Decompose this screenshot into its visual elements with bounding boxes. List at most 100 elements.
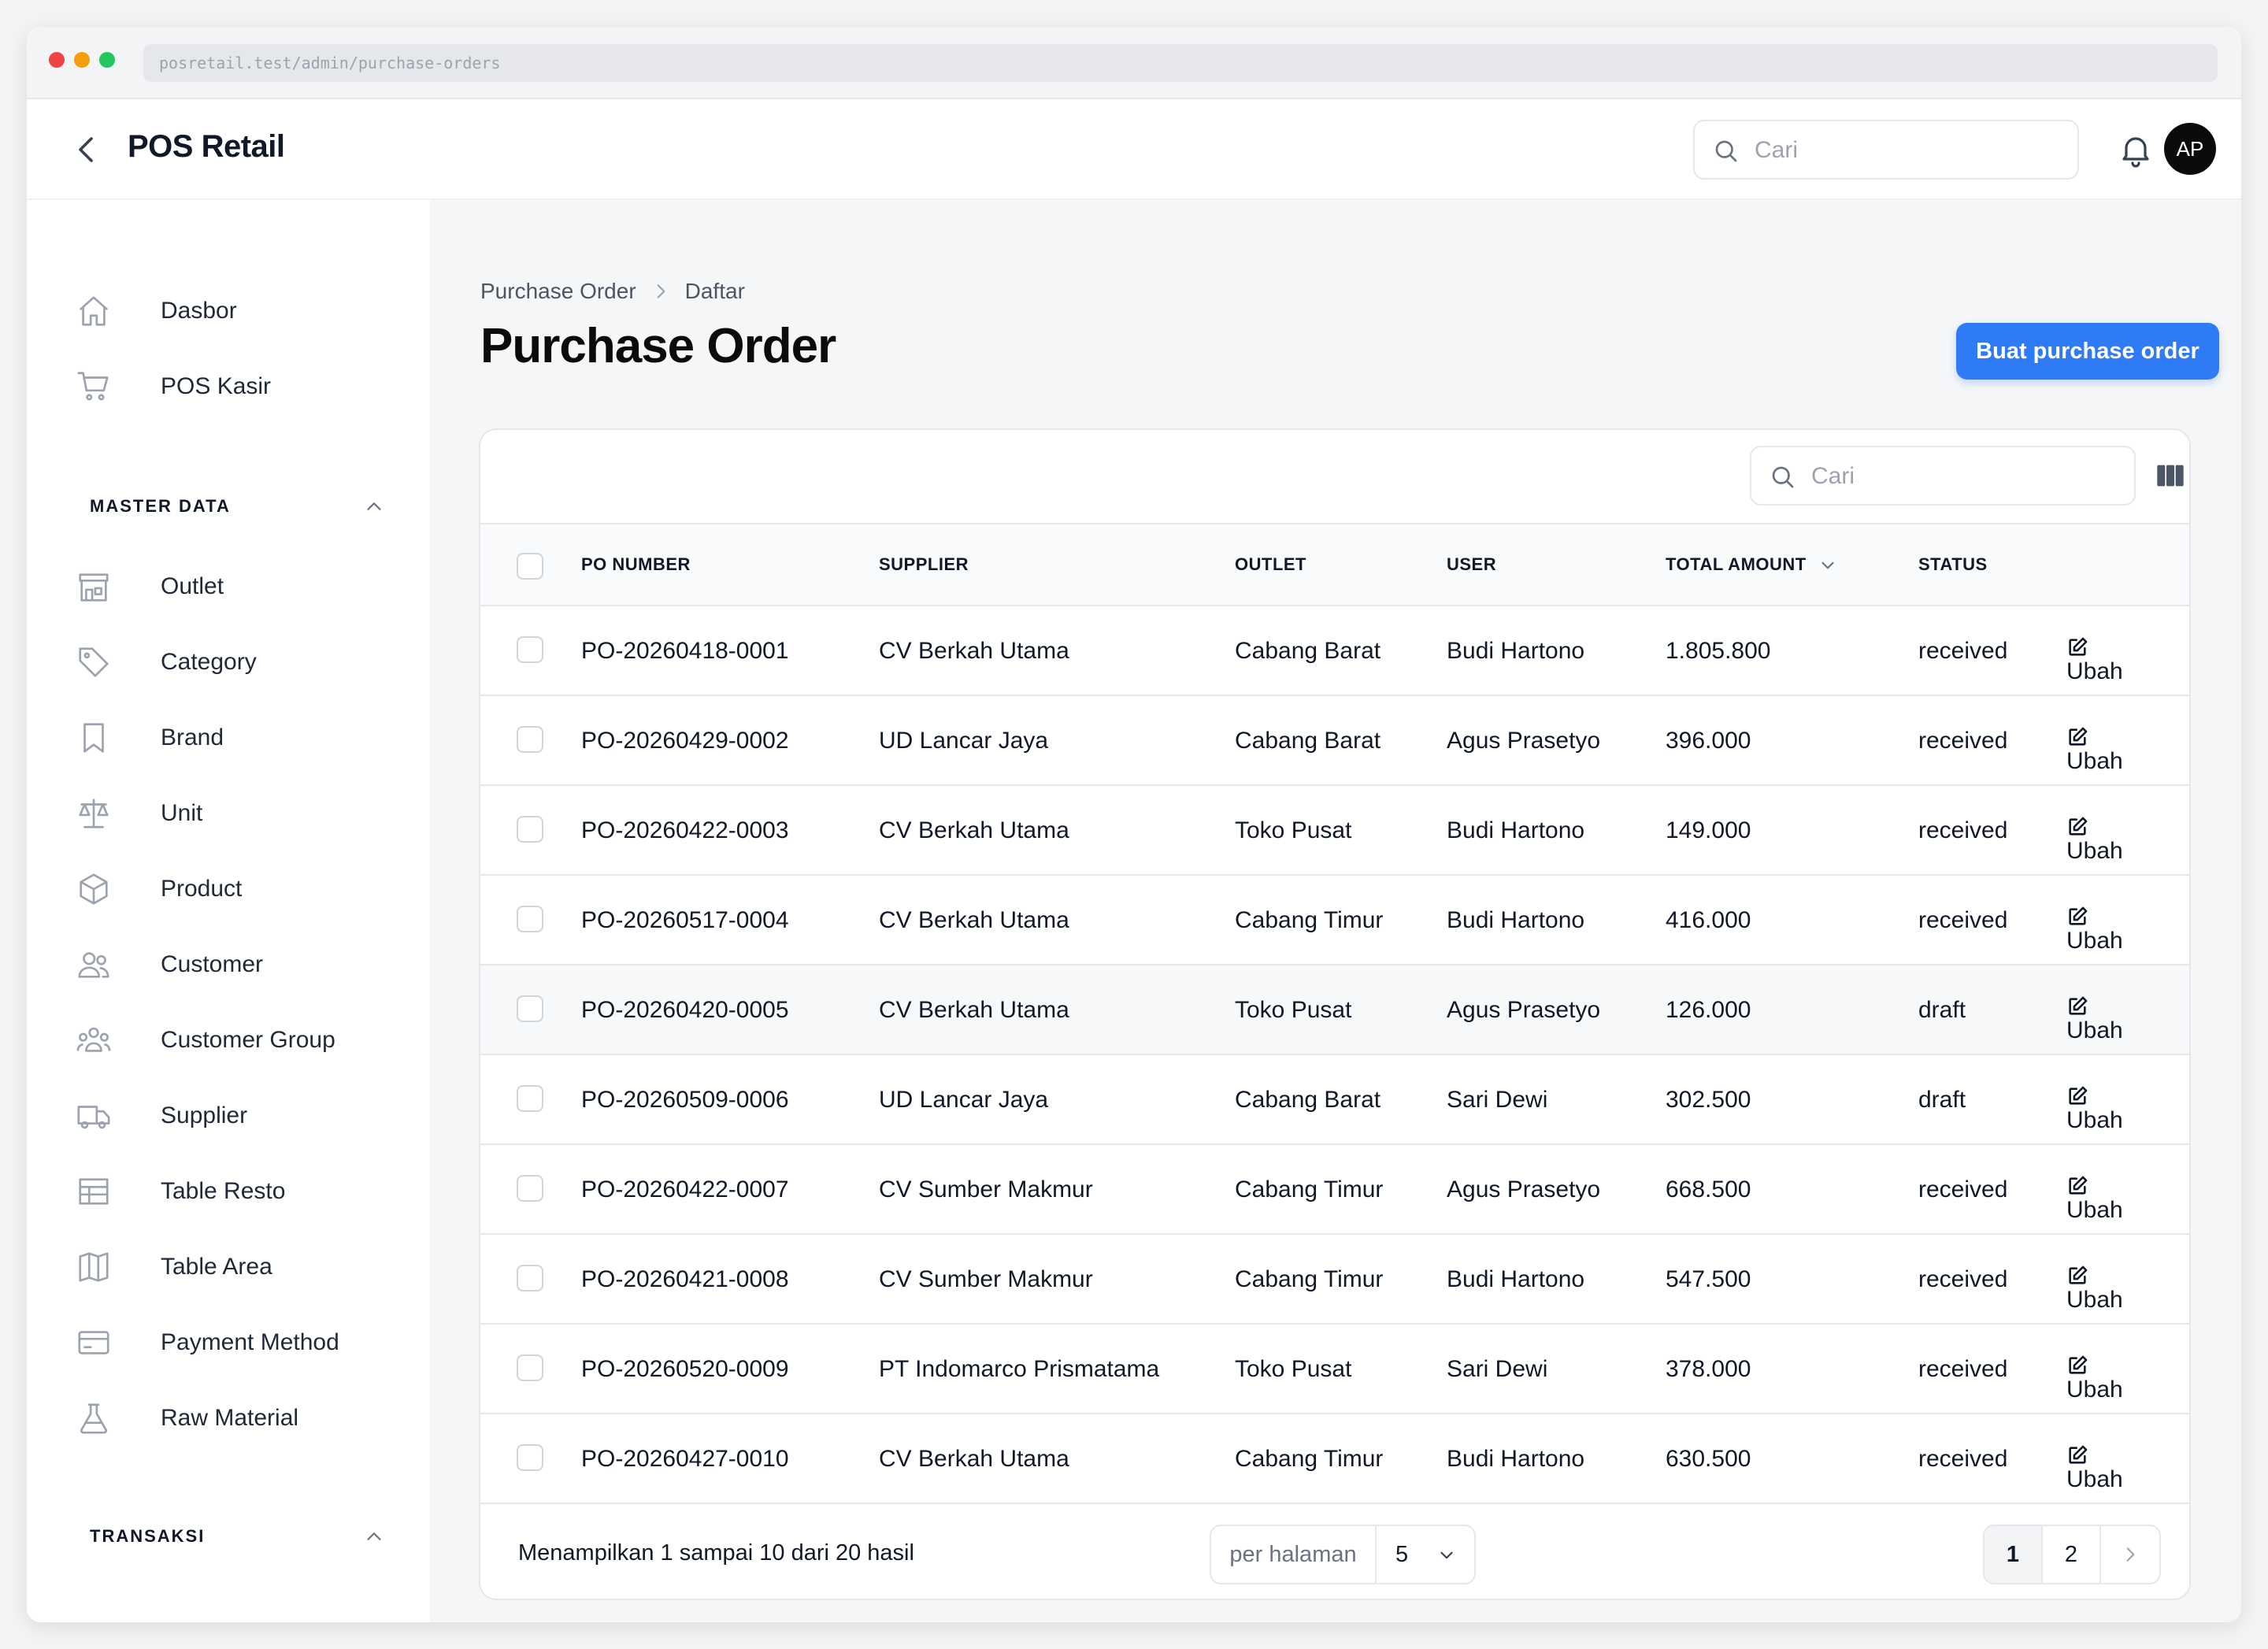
row-checkbox[interactable] xyxy=(517,726,543,753)
back-button[interactable] xyxy=(68,131,106,169)
sidebar-item-category[interactable]: Category xyxy=(76,638,406,685)
edit-row-link[interactable]: Ubah xyxy=(2066,906,2123,954)
edit-row-link[interactable]: Ubah xyxy=(2066,1175,2123,1224)
table-row[interactable]: PO-20260420-0005 CV Berkah Utama Toko Pusa… xyxy=(480,965,2189,1055)
row-checkbox[interactable] xyxy=(517,995,543,1022)
sidebar-item-raw-material[interactable]: Raw Material xyxy=(76,1394,406,1441)
column-header-user[interactable]: USER xyxy=(1447,554,1496,575)
column-header-supplier[interactable]: SUPPLIER xyxy=(879,554,969,575)
table-row[interactable]: PO-20260427-0010 CV Berkah Utama Cabang Ti… xyxy=(480,1414,2189,1504)
table-row[interactable]: PO-20260422-0003 CV Berkah Utama Toko Pusa… xyxy=(480,786,2189,876)
edit-row-link[interactable]: Ubah xyxy=(2066,995,2123,1044)
toggle-columns-button[interactable] xyxy=(2155,460,2186,491)
sidebar-item-table-area[interactable]: Table Area xyxy=(76,1243,406,1290)
cell-outlet: Cabang Barat xyxy=(1235,728,1381,754)
row-checkbox[interactable] xyxy=(517,1265,543,1291)
sidebar-item-table-resto[interactable]: Table Resto xyxy=(76,1167,406,1214)
global-search-input[interactable] xyxy=(1755,132,2062,169)
row-checkbox[interactable] xyxy=(517,816,543,843)
table-row[interactable]: PO-20260421-0008 CV Sumber Makmur Cabang T… xyxy=(480,1235,2189,1325)
cell-total: 378.000 xyxy=(1666,1356,1751,1382)
sidebar-item-pos-kasir[interactable]: POS Kasir xyxy=(76,362,406,409)
page-button-2[interactable]: 2 xyxy=(2043,1526,2101,1583)
cell-user: Sari Dewi xyxy=(1447,1087,1548,1113)
cell-outlet: Toko Pusat xyxy=(1235,997,1352,1023)
notifications-button[interactable] xyxy=(2117,131,2155,169)
sidebar-item-customer-group[interactable]: Customer Group xyxy=(76,1016,406,1063)
column-header-total-amount[interactable]: TOTAL AMOUNT xyxy=(1666,554,1838,576)
search-icon xyxy=(1715,140,1737,162)
edit-row-link[interactable]: Ubah xyxy=(2066,1354,2123,1403)
sidebar-item-brand[interactable]: Brand xyxy=(76,713,406,761)
sidebar-item-outlet[interactable]: Outlet xyxy=(76,562,406,610)
table-toolbar xyxy=(480,430,2189,523)
address-bar[interactable]: posretail.test/admin/purchase-orders xyxy=(143,44,2218,82)
table-row[interactable]: PO-20260517-0004 CV Berkah Utama Cabang Ti… xyxy=(480,876,2189,965)
edit-row-link[interactable]: Ubah xyxy=(2066,636,2123,685)
table-search-input[interactable] xyxy=(1811,458,2118,495)
row-checkbox[interactable] xyxy=(517,636,543,663)
edit-row-link[interactable]: Ubah xyxy=(2066,816,2123,865)
cell-supplier: UD Lancar Jaya xyxy=(879,1087,1049,1113)
table-row[interactable]: PO-20260422-0007 CV Sumber Makmur Cabang T… xyxy=(480,1145,2189,1235)
row-checkbox[interactable] xyxy=(517,1085,543,1112)
breadcrumb-link[interactable]: Purchase Order xyxy=(480,279,636,304)
minimize-window-dot[interactable] xyxy=(74,52,90,68)
sidebar-item-label: Outlet xyxy=(161,573,224,599)
table-row[interactable]: PO-20260418-0001 CV Berkah Utama Cabang Ba… xyxy=(480,606,2189,696)
section-master-data[interactable]: MASTER DATA xyxy=(90,491,405,523)
pencil-square-icon xyxy=(2069,817,2088,836)
row-checkbox[interactable] xyxy=(517,1444,543,1471)
per-page-select[interactable]: per halaman 5 xyxy=(1210,1525,1476,1584)
section-title: TRANSAKSI xyxy=(90,1526,206,1546)
cell-total: 547.500 xyxy=(1666,1266,1751,1292)
select-all-checkbox[interactable] xyxy=(517,553,543,580)
sidebar-item-unit[interactable]: Unit xyxy=(76,789,406,836)
cell-user: Budi Hartono xyxy=(1447,817,1585,843)
column-header-po-number[interactable]: PO NUMBER xyxy=(581,554,691,575)
table-icon xyxy=(79,1178,109,1205)
cell-po: PO-20260422-0003 xyxy=(581,817,789,843)
pencil-square-icon xyxy=(2069,1086,2088,1105)
sidebar-item-dasbor[interactable]: Dasbor xyxy=(76,287,406,334)
sidebar-item-supplier[interactable]: Supplier xyxy=(76,1091,406,1139)
row-checkbox[interactable] xyxy=(517,1175,543,1202)
table-search[interactable] xyxy=(1750,446,2136,506)
column-header-status[interactable]: STATUS xyxy=(1918,554,1988,575)
truck-icon xyxy=(77,1106,110,1129)
row-checkbox[interactable] xyxy=(517,906,543,932)
chevron-left-icon xyxy=(79,137,93,162)
global-search[interactable] xyxy=(1693,120,2079,180)
edit-row-link[interactable]: Ubah xyxy=(2066,1444,2123,1493)
table-row[interactable]: PO-20260429-0002 UD Lancar Jaya Cabang Bar… xyxy=(480,696,2189,786)
table-row[interactable]: PO-20260509-0006 UD Lancar Jaya Cabang Bar… xyxy=(480,1055,2189,1145)
next-page-button[interactable] xyxy=(2101,1526,2159,1583)
sidebar-item-label: Category xyxy=(161,649,257,675)
table-row[interactable]: PO-20260520-0009 PT Indomarco Prismatama T… xyxy=(480,1325,2189,1414)
row-checkbox[interactable] xyxy=(517,1354,543,1381)
per-page-label: per halaman xyxy=(1211,1526,1377,1583)
cell-total: 396.000 xyxy=(1666,728,1751,754)
sidebar-item-label: Customer Group xyxy=(161,1027,335,1053)
edit-row-link[interactable]: Ubah xyxy=(2066,1085,2123,1134)
chevron-up-icon xyxy=(367,502,381,510)
cell-po: PO-20260421-0008 xyxy=(581,1266,789,1292)
sidebar-item-payment-method[interactable]: Payment Method xyxy=(76,1318,406,1366)
create-purchase-order-button[interactable]: Buat purchase order xyxy=(1956,323,2219,380)
cell-status: received xyxy=(1918,728,2008,754)
cell-status: received xyxy=(1918,1266,2008,1292)
user-avatar[interactable]: AP xyxy=(2164,123,2216,175)
cell-supplier: CV Berkah Utama xyxy=(879,997,1069,1023)
cell-total: 668.500 xyxy=(1666,1177,1751,1202)
column-header-outlet[interactable]: OUTLET xyxy=(1235,554,1306,575)
cell-supplier: PT Indomarco Prismatama xyxy=(879,1356,1160,1382)
edit-row-link[interactable]: Ubah xyxy=(2066,726,2123,775)
close-window-dot[interactable] xyxy=(49,52,65,68)
sidebar-item-product[interactable]: Product xyxy=(76,865,406,912)
maximize-window-dot[interactable] xyxy=(99,52,115,68)
page-button-1[interactable]: 1 xyxy=(1984,1526,2043,1583)
edit-row-link[interactable]: Ubah xyxy=(2066,1265,2123,1314)
cell-supplier: CV Sumber Makmur xyxy=(879,1266,1093,1292)
sidebar-item-customer[interactable]: Customer xyxy=(76,940,406,988)
section-transaksi[interactable]: TRANSAKSI xyxy=(90,1521,405,1553)
